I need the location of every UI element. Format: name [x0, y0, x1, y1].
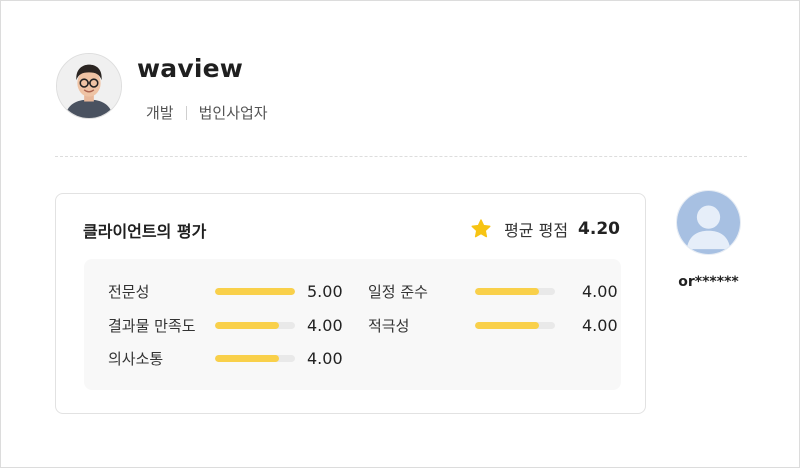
- score-row-schedule: 일정 준수 4.00: [368, 280, 618, 302]
- person-photo-icon: [57, 54, 121, 118]
- average-rating-value: 4.20: [578, 219, 620, 239]
- reviewer-name: or******: [678, 274, 739, 290]
- score-value: 4.00: [307, 348, 343, 368]
- review-title: 클라이언트의 평가: [83, 222, 207, 241]
- score-bar: [475, 321, 555, 329]
- review-card: 클라이언트의 평가 평균 평점 4.20 전문성 5.00 결과물 만족도 4.…: [55, 193, 646, 414]
- meta-separator: [185, 105, 187, 120]
- profile-name: waview: [137, 54, 244, 83]
- profile-avatar: [56, 53, 122, 119]
- score-row-satisfaction: 결과물 만족도 4.00: [108, 314, 343, 336]
- score-bar-fill: [215, 354, 279, 362]
- default-user-icon: [677, 191, 740, 254]
- score-bar-fill: [475, 287, 539, 295]
- score-bar-fill: [215, 321, 279, 329]
- average-rating-label: 평균 평점: [504, 221, 569, 240]
- score-value: 4.00: [307, 315, 343, 335]
- score-panel: 전문성 5.00 결과물 만족도 4.00 의사소통 4.00 일정 준수 4.…: [84, 259, 621, 390]
- profile-category: 개발: [146, 104, 174, 122]
- score-bar-fill: [215, 287, 295, 295]
- score-bar: [215, 321, 295, 329]
- score-label: 의사소통: [108, 349, 164, 368]
- score-label: 전문성: [108, 282, 150, 301]
- score-bar: [475, 287, 555, 295]
- score-label: 결과물 만족도: [108, 316, 196, 335]
- score-bar-fill: [475, 321, 539, 329]
- score-value: 4.00: [582, 281, 618, 301]
- score-label: 적극성: [368, 316, 410, 335]
- score-bar: [215, 354, 295, 362]
- profile-business-type: 법인사업자: [198, 104, 268, 122]
- average-rating: 평균 평점 4.20: [470, 217, 620, 241]
- score-value: 4.00: [582, 315, 618, 335]
- score-bar: [215, 287, 295, 295]
- profile-meta: 개발 법인사업자: [146, 102, 268, 123]
- score-row-proactiveness: 적극성 4.00: [368, 314, 618, 336]
- score-value: 5.00: [307, 281, 343, 301]
- section-divider: [55, 156, 747, 157]
- score-row-communication: 의사소통 4.00: [108, 347, 343, 369]
- score-label: 일정 준수: [368, 282, 428, 301]
- star-icon: [471, 219, 491, 238]
- reviewer-avatar: [676, 190, 741, 255]
- score-row-expertise: 전문성 5.00: [108, 280, 343, 302]
